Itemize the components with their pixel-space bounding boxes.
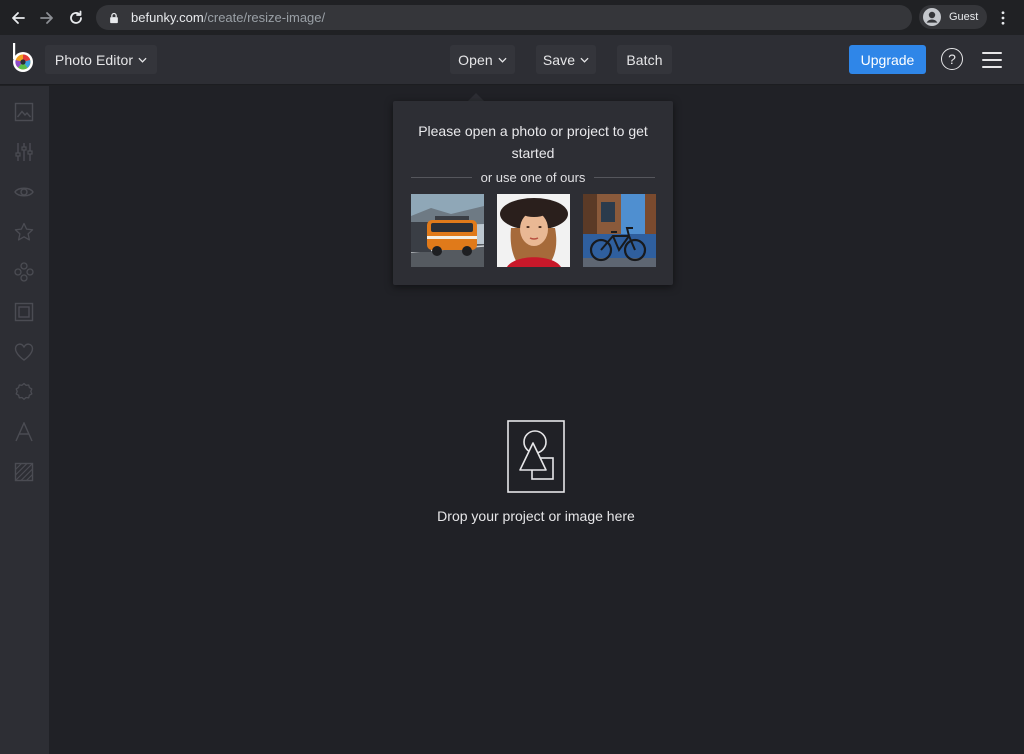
popover-divider: or use one of ours — [411, 167, 656, 187]
save-label: Save — [542, 51, 576, 68]
drop-zone-text: Drop your project or image here — [437, 508, 635, 524]
sample-photo-van[interactable] — [411, 194, 484, 267]
chevron-down-icon — [138, 57, 147, 63]
text-icon[interactable] — [13, 421, 35, 443]
popover-divider-text: or use one of ours — [480, 169, 586, 185]
app-header: Photo Editor Open Save Batch Upgrade — [0, 35, 1024, 85]
reload-icon[interactable] — [64, 6, 88, 30]
sliders-icon[interactable] — [13, 141, 35, 163]
upgrade-button[interactable]: Upgrade — [849, 45, 926, 74]
batch-button[interactable]: Batch — [617, 45, 672, 74]
batch-label: Batch — [626, 51, 663, 68]
tool-sidebar — [0, 86, 49, 754]
eye-icon[interactable] — [13, 181, 35, 203]
graphics-icon[interactable] — [13, 261, 35, 283]
open-menu-button[interactable]: Open — [450, 45, 515, 74]
photo-editor-menu-button[interactable]: Photo Editor — [45, 45, 157, 74]
address-bar[interactable]: befunky.com /create/resize-image/ — [96, 5, 912, 30]
kebab-menu-icon[interactable] — [994, 7, 1012, 29]
chevron-down-icon — [498, 57, 507, 63]
save-menu-button[interactable]: Save — [536, 45, 596, 74]
chevron-down-icon — [580, 57, 589, 63]
star-icon[interactable] — [13, 221, 35, 243]
avatar-icon — [923, 8, 941, 26]
image-icon[interactable] — [13, 101, 35, 123]
url-host: befunky.com — [131, 10, 204, 25]
popover-title: Please open a photo or project to get st… — [418, 123, 648, 161]
back-arrow-icon[interactable] — [6, 6, 30, 30]
open-photo-popover: Please open a photo or project to get st… — [393, 101, 673, 285]
badge-icon[interactable] — [13, 381, 35, 403]
drop-zone-icon[interactable] — [507, 420, 565, 493]
url-path: /create/resize-image/ — [203, 10, 326, 25]
frame-icon[interactable] — [13, 301, 35, 323]
profile-button[interactable]: Guest — [919, 5, 987, 29]
photo-editor-label: Photo Editor — [54, 51, 134, 68]
help-icon[interactable]: ? — [941, 48, 963, 70]
texture-icon[interactable] — [13, 461, 35, 483]
lock-icon — [108, 11, 122, 25]
hamburger-menu-icon[interactable] — [982, 52, 1002, 68]
sample-photo-woman[interactable] — [497, 194, 570, 267]
browser-toolbar: befunky.com /create/resize-image/ Guest — [0, 0, 1024, 35]
forward-arrow-icon[interactable] — [35, 6, 59, 30]
profile-label: Guest — [949, 11, 979, 23]
sample-photo-bicycle[interactable] — [583, 194, 656, 267]
open-label: Open — [458, 51, 493, 68]
befunky-logo-icon[interactable] — [10, 40, 38, 76]
heart-icon[interactable] — [13, 341, 35, 363]
